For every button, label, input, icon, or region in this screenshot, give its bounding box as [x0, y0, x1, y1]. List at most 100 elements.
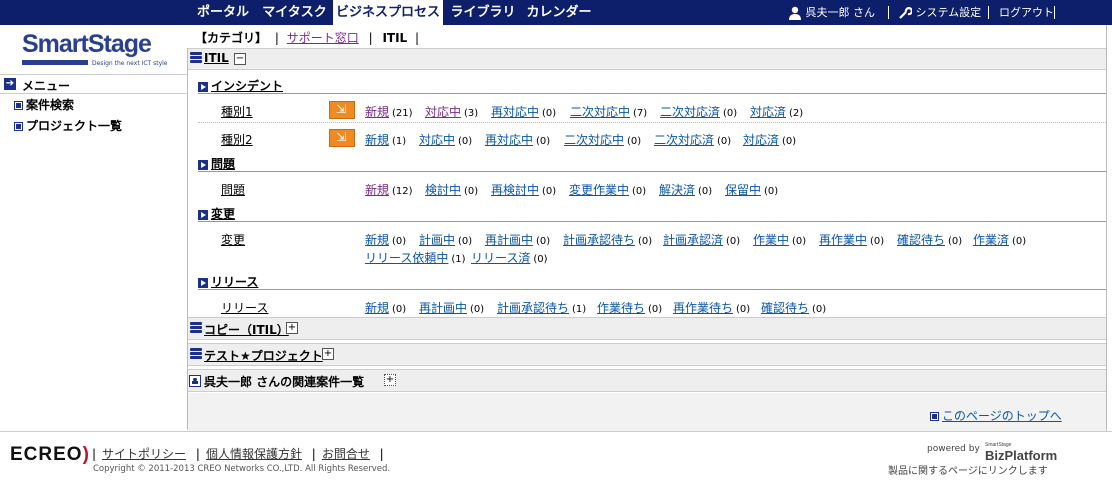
change-new[interactable]: 新規 (0) [365, 231, 406, 248]
status-link[interactable]: 再対応中 [485, 133, 533, 147]
status-link[interactable]: 検討中 [425, 183, 461, 197]
ecreo-logo[interactable]: ECREO) [10, 444, 90, 466]
sidebar-item-case-search[interactable]: 案件検索 [14, 96, 74, 113]
status-link[interactable]: リリース依頼中 [365, 251, 448, 265]
incident-type2-secondary[interactable]: 二次対応中 (0) [564, 131, 641, 148]
tab-my-task[interactable]: マイタスク [258, 0, 331, 25]
privacy-policy-link[interactable]: 個人情報保護方針 [206, 447, 302, 461]
expand-toggle[interactable]: + [322, 348, 334, 360]
change-release-requested[interactable]: リリース依頼中 (1) [365, 249, 466, 266]
group-title[interactable]: インシデント [211, 79, 283, 93]
problem-reviewing[interactable]: 検討中 (0) [425, 181, 478, 198]
release-plan-approval-waiting[interactable]: 計画承認待ち (1) [497, 299, 586, 316]
expand-toggle[interactable]: + [384, 374, 396, 386]
status-link[interactable]: 再対応中 [491, 105, 539, 119]
change-replanning[interactable]: 再計画中 (0) [485, 231, 550, 248]
status-link[interactable]: 再計画中 [485, 233, 533, 247]
incident-type2-reopen[interactable]: 再対応中 (0) [485, 131, 550, 148]
status-link[interactable]: 対応中 [419, 133, 455, 147]
tab-business-process[interactable]: ビジネスプロセス [333, 0, 443, 25]
expand-toggle[interactable]: + [286, 322, 298, 334]
release-new[interactable]: 新規 (0) [365, 299, 406, 316]
row-label-release[interactable]: リリース [221, 299, 268, 316]
problem-resolved[interactable]: 解決済 (0) [659, 181, 712, 198]
incident-type2-done[interactable]: 対応済 (0) [743, 131, 796, 148]
status-link[interactable]: 計画承認待ち [497, 301, 569, 315]
problem-new[interactable]: 新規 (12) [365, 181, 413, 198]
incident-type2-secondary-done[interactable]: 二次対応済 (0) [654, 131, 731, 148]
sidebar-item-project-list[interactable]: プロジェクト一覧 [14, 117, 122, 134]
problem-on-hold[interactable]: 保留中 (0) [725, 181, 778, 198]
incident-type2-in-progress[interactable]: 対応中 (0) [419, 131, 472, 148]
status-link[interactable]: 新規 [365, 133, 389, 147]
status-link[interactable]: 再検討中 [491, 183, 539, 197]
incident-type1-secondary-done[interactable]: 二次対応済 (0) [660, 103, 737, 120]
status-link[interactable]: 対応済 [750, 105, 786, 119]
release-work-waiting[interactable]: 作業待ち (0) [597, 299, 662, 316]
status-link[interactable]: 変更作業中 [569, 183, 629, 197]
status-link[interactable]: 確認待ち [897, 233, 945, 247]
status-link[interactable]: 再作業待ち [673, 301, 733, 315]
page-top-link[interactable]: このページのトップへ [930, 407, 1062, 424]
site-policy-link[interactable]: サイトポリシー [102, 447, 186, 461]
tab-library[interactable]: ライブラリ [446, 0, 520, 25]
release-confirm-waiting[interactable]: 確認待ち (0) [761, 299, 826, 316]
problem-changing[interactable]: 変更作業中 (0) [569, 181, 646, 198]
status-link[interactable]: リリース済 [471, 251, 530, 265]
status-link[interactable]: 計画承認済 [663, 233, 723, 247]
change-confirm-waiting[interactable]: 確認待ち (0) [897, 231, 962, 248]
incident-type1-in-progress[interactable]: 対応中 (3) [425, 103, 478, 120]
problem-re-reviewing[interactable]: 再検討中 (0) [491, 181, 556, 198]
status-link[interactable]: 保留中 [725, 183, 761, 197]
new-case-icon[interactable] [329, 129, 355, 147]
itil-section-title[interactable]: ITIL [204, 51, 229, 65]
incident-type1-reopen[interactable]: 再対応中 (0) [491, 103, 556, 120]
row-label-type2[interactable]: 種別2 [221, 131, 253, 148]
group-title[interactable]: 変更 [211, 207, 235, 221]
section-title[interactable]: テスト★プロジェクト [204, 347, 323, 364]
status-link[interactable]: 再作業中 [819, 233, 867, 247]
category-itil[interactable]: ITIL [382, 31, 407, 45]
row-label-type1[interactable]: 種別1 [221, 103, 253, 120]
change-plan-approved[interactable]: 計画承認済 (0) [663, 231, 740, 248]
status-link[interactable]: 二次対応済 [654, 133, 714, 147]
product-link[interactable]: 製品に関するページにリンクします [888, 462, 1048, 477]
status-link[interactable]: 新規 [365, 105, 389, 119]
status-link[interactable]: 新規 [365, 233, 389, 247]
new-case-icon[interactable] [329, 101, 355, 119]
status-link[interactable]: 二次対応中 [570, 105, 630, 119]
status-link[interactable]: 新規 [365, 183, 389, 197]
system-settings-link[interactable]: システム設定 [898, 0, 981, 25]
page-top-label[interactable]: このページのトップへ [942, 409, 1062, 423]
group-title[interactable]: リリース [211, 275, 258, 289]
change-plan-approval-waiting[interactable]: 計画承認待ち (0) [563, 231, 652, 248]
status-link[interactable]: 解決済 [659, 183, 695, 197]
change-planning[interactable]: 計画中 (0) [419, 231, 472, 248]
collapse-toggle[interactable]: − [234, 53, 246, 65]
change-released[interactable]: リリース済 (0) [471, 249, 548, 266]
status-link[interactable]: 計画承認待ち [563, 233, 635, 247]
incident-type1-secondary[interactable]: 二次対応中 (7) [570, 103, 647, 120]
status-link[interactable]: 作業済 [973, 233, 1009, 247]
row-label-problem[interactable]: 問題 [221, 181, 245, 198]
smartstage-logo[interactable]: SmartStage Design the next ICT style [22, 30, 168, 70]
user-menu[interactable]: 呉夫一郎 さん [788, 0, 875, 25]
tab-portal[interactable]: ポータル [188, 0, 258, 25]
status-link[interactable]: 対応中 [425, 105, 461, 119]
status-link[interactable]: 新規 [365, 301, 389, 315]
status-link[interactable]: 再計画中 [419, 301, 467, 315]
status-link[interactable]: 作業中 [753, 233, 789, 247]
group-title[interactable]: 問題 [211, 157, 235, 171]
release-rework-waiting[interactable]: 再作業待ち (0) [673, 299, 750, 316]
section-title[interactable]: コピー（ITIL） [204, 321, 289, 338]
status-link[interactable]: 二次対応済 [660, 105, 720, 119]
status-link[interactable]: 計画中 [419, 233, 455, 247]
incident-type1-done[interactable]: 対応済 (2) [750, 103, 803, 120]
incident-type2-new[interactable]: 新規 (1) [365, 131, 406, 148]
logout-link[interactable]: ログアウト [999, 0, 1054, 25]
change-reworking[interactable]: 再作業中 (0) [819, 231, 884, 248]
incident-type1-new[interactable]: 新規 (21) [365, 103, 413, 120]
change-work-done[interactable]: 作業済 (0) [973, 231, 1026, 248]
bizplatform-logo[interactable]: SmartStage BizPlatform [985, 442, 1057, 463]
status-link[interactable]: 二次対応中 [564, 133, 624, 147]
